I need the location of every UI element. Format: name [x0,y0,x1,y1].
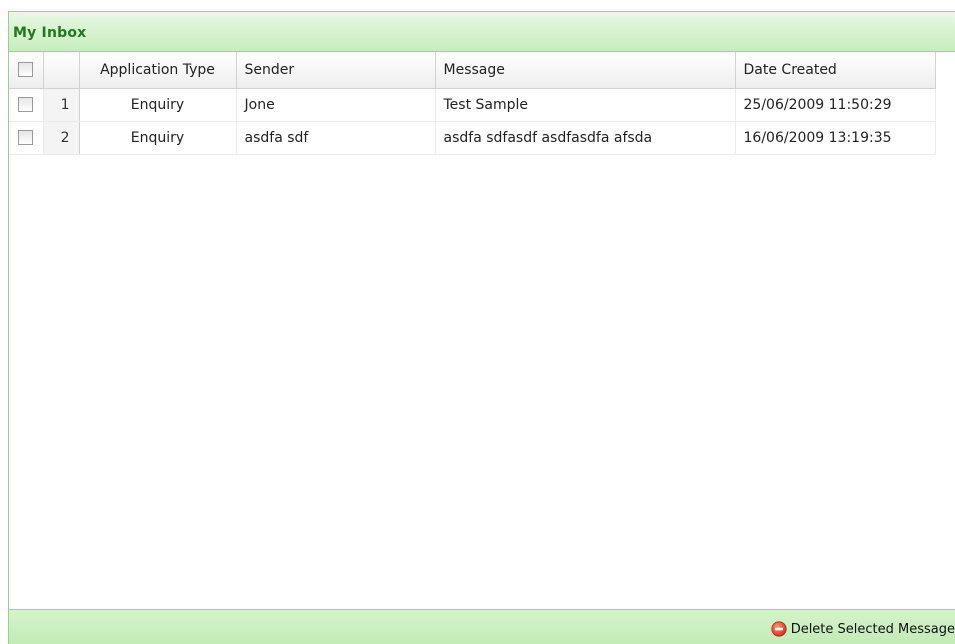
grid-header-row: Application Type Sender Message Date Cre… [9,52,936,89]
column-header-message[interactable]: Message [435,52,736,89]
column-header-application-type[interactable]: Application Type [79,52,237,89]
column-header-row-number [43,52,80,89]
cell-sender[interactable]: Jone [236,88,436,122]
cell-date-created[interactable]: 16/06/2009 13:19:35 [735,121,936,155]
row-number: 1 [43,88,80,122]
row-checkbox[interactable] [18,97,34,112]
cell-application-type[interactable]: Enquiry [79,88,237,122]
select-all-header[interactable] [9,52,44,89]
select-all-checkbox[interactable] [18,62,34,78]
cell-sender[interactable]: asdfa sdf [236,121,436,155]
delete-minus-circle-icon [771,621,787,637]
cell-message[interactable]: Test Sample [435,88,736,122]
table-row[interactable]: 1 Enquiry Jone Test Sample 25/06/2009 11… [9,88,936,122]
row-select-cell[interactable] [9,121,44,155]
row-checkbox[interactable] [18,130,34,145]
cell-message[interactable]: asdfa sdfasdf asdfasdfa afsda [435,121,736,155]
panel-header: My Inbox [9,12,955,52]
panel-footer: Delete Selected Message [9,609,955,644]
row-number: 2 [43,121,80,155]
delete-selected-label: Delete Selected Message [790,621,955,637]
panel-title: My Inbox [13,25,87,41]
inbox-grid: Application Type Sender Message Date Cre… [9,52,936,155]
cell-date-created[interactable]: 25/06/2009 11:50:29 [735,88,936,122]
cell-application-type[interactable]: Enquiry [79,121,237,155]
column-header-date-created[interactable]: Date Created [735,52,936,89]
column-header-sender[interactable]: Sender [236,52,436,89]
delete-selected-button[interactable]: Delete Selected Message [771,621,955,637]
row-select-cell[interactable] [9,88,44,122]
inbox-panel: My Inbox Application Type Sender Message… [8,11,955,644]
table-row[interactable]: 2 Enquiry asdfa sdf asdfa sdfasdf asdfas… [9,121,936,155]
